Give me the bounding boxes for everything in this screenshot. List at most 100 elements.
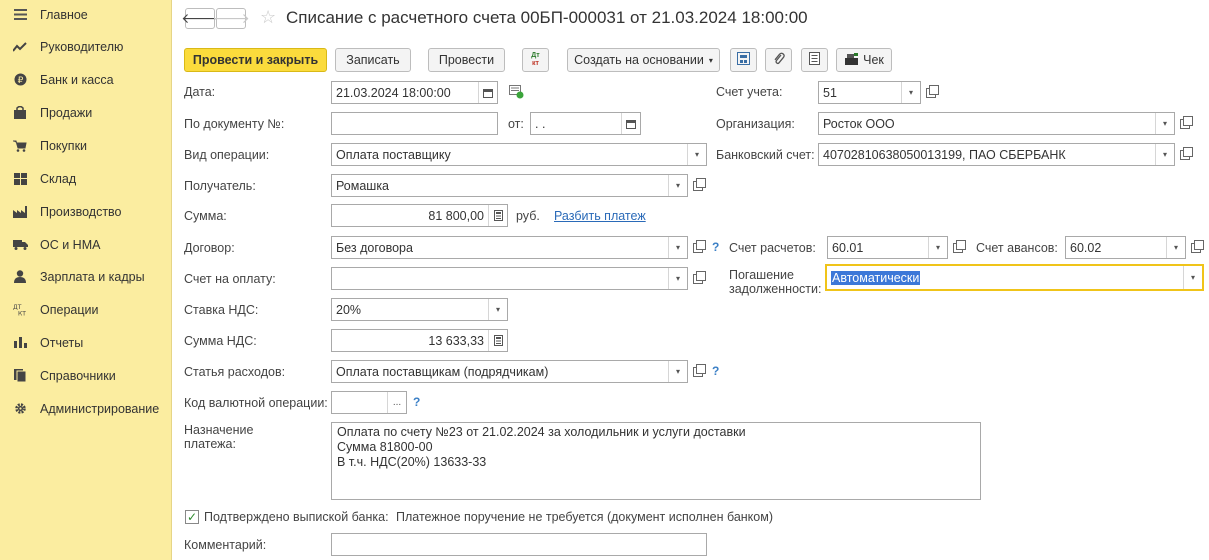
chevron-down-icon[interactable]: ▾ (901, 82, 920, 103)
warehouse-icon (0, 172, 40, 185)
sidebar-item-label: Операции (40, 302, 99, 317)
sidebar-item-warehouse[interactable]: Склад (0, 162, 172, 195)
open-bank-account-icon[interactable] (1176, 143, 1194, 166)
post-button[interactable]: Провести (428, 48, 505, 72)
sidebar-item-assets[interactable]: ОС и НМА (0, 228, 172, 261)
favorite-star-icon[interactable]: ☆ (260, 7, 276, 28)
doc-number-input[interactable] (331, 112, 498, 135)
chevron-down-icon[interactable]: ▾ (1155, 144, 1174, 165)
payment-order-note: Платежное поручение не требуется (докуме… (396, 510, 773, 524)
forward-button[interactable]: 🡒 (212, 8, 250, 29)
organization-select[interactable]: Росток ООО ▾ (818, 112, 1175, 135)
confirmed-by-bank-checkbox[interactable]: ✓ (185, 510, 199, 524)
sidebar-item-admin[interactable]: Администрирование (0, 392, 172, 425)
chevron-down-icon[interactable]: ▾ (1166, 237, 1185, 258)
amount-label: Сумма: (184, 209, 227, 223)
debt-repayment-select[interactable]: Автоматически ▾ (825, 264, 1204, 291)
split-payment-link[interactable]: Разбить платеж (554, 209, 646, 223)
dt-kt-icon-bottom: кт (532, 60, 539, 67)
sidebar-item-label: Руководителю (40, 39, 124, 54)
advance-account-select[interactable]: 60.02 ▾ (1065, 236, 1186, 259)
calculator-icon[interactable] (488, 205, 507, 226)
chevron-down-icon[interactable]: ▾ (1155, 113, 1174, 134)
attach-button[interactable] (765, 48, 792, 72)
chevron-down-icon[interactable]: ▾ (488, 299, 507, 320)
vat-amount-input[interactable]: 13 633,33 (331, 329, 508, 352)
help-question-icon[interactable]: ? (712, 240, 719, 254)
structure-button[interactable] (730, 48, 757, 72)
expense-item-value: Оплата поставщикам (подрядчикам) (336, 364, 549, 379)
date-value: 21.03.2024 18:00:00 (336, 85, 451, 100)
save-button[interactable]: Записать (335, 48, 411, 72)
open-contract-icon[interactable] (689, 236, 707, 259)
ellipsis-button[interactable]: ... (387, 392, 406, 413)
sidebar-item-director[interactable]: Руководителю (0, 30, 172, 63)
chevron-down-icon[interactable]: ▾ (928, 237, 947, 258)
operation-type-label: Вид операции: (184, 148, 270, 162)
account-select[interactable]: 51 ▾ (818, 81, 921, 104)
print-list-button[interactable] (801, 48, 828, 72)
post-and-close-button[interactable]: Провести и закрыть (184, 48, 327, 72)
help-question-icon[interactable]: ? (413, 395, 420, 409)
create-based-on-button[interactable]: Создать на основании ▾ (567, 48, 720, 72)
debt-repayment-label: Погашение задолженности: (729, 268, 822, 296)
vat-rate-value: 20% (336, 302, 362, 317)
sidebar-item-main[interactable]: Главное (0, 0, 172, 31)
currency-operation-input[interactable]: ... (331, 391, 407, 414)
chevron-down-icon[interactable]: ▾ (668, 268, 687, 289)
help-question-icon[interactable]: ? (712, 364, 719, 378)
calendar-icon[interactable] (621, 113, 640, 134)
sidebar-item-purchases[interactable]: Покупки (0, 129, 172, 162)
paperclip-icon (773, 52, 785, 69)
comment-input[interactable] (331, 533, 707, 556)
back-button[interactable]: 🡐 (181, 8, 219, 29)
doc-number-label: По документу №: (184, 117, 285, 131)
operation-type-select[interactable]: Оплата поставщику ▾ (331, 143, 707, 166)
comment-value (332, 534, 706, 555)
open-expense-item-icon[interactable] (689, 360, 707, 383)
date-label: Дата: (184, 85, 216, 99)
settlement-account-select[interactable]: 60.01 ▾ (827, 236, 948, 259)
sidebar-item-sales[interactable]: Продажи (0, 96, 172, 129)
trend-icon (0, 41, 40, 52)
chevron-down-icon[interactable]: ▾ (1183, 266, 1202, 289)
date-field[interactable]: 21.03.2024 18:00:00 (331, 81, 498, 104)
dt-kt-report-icon[interactable] (509, 85, 524, 102)
coin-icon: ₽ (0, 73, 40, 86)
sidebar-item-production[interactable]: Производство (0, 195, 172, 228)
recipient-select[interactable]: Ромашка ▾ (331, 174, 688, 197)
invoice-select[interactable]: ▾ (331, 267, 688, 290)
vat-rate-select[interactable]: 20% ▾ (331, 298, 508, 321)
open-organization-icon[interactable] (1176, 112, 1194, 135)
sidebar-item-operations[interactable]: ДТ КТ Операции (0, 293, 172, 326)
bank-account-select[interactable]: 40702810638050013199, ПАО СБЕРБАНК ▾ (818, 143, 1175, 166)
open-invoice-icon[interactable] (689, 267, 707, 290)
doc-date-value: . . (535, 116, 546, 131)
svg-text:₽: ₽ (17, 76, 23, 86)
chevron-down-icon[interactable]: ▾ (668, 175, 687, 196)
bag-icon (0, 106, 40, 119)
calculator-icon[interactable] (488, 330, 507, 351)
sidebar-item-directories[interactable]: Справочники (0, 359, 172, 392)
doc-date-field[interactable]: . . (530, 112, 641, 135)
chevron-down-icon[interactable]: ▾ (668, 237, 687, 258)
contract-label: Договор: (184, 241, 235, 255)
amount-input[interactable]: 81 800,00 (331, 204, 508, 227)
bar-chart-icon (0, 337, 40, 348)
dt-kt-button[interactable]: Дт кт (522, 48, 549, 72)
open-settlement-account-icon[interactable] (949, 236, 967, 259)
open-account-icon[interactable] (922, 81, 940, 104)
chevron-down-icon[interactable]: ▾ (668, 361, 687, 382)
expense-item-select[interactable]: Оплата поставщикам (подрядчикам) ▾ (331, 360, 688, 383)
receipt-button[interactable]: Чек (836, 48, 892, 72)
calendar-icon[interactable] (478, 82, 497, 103)
chevron-down-icon[interactable]: ▾ (687, 144, 706, 165)
payment-purpose-textarea[interactable]: Оплата по счету №23 от 21.02.2024 за хол… (331, 422, 981, 500)
currency-operation-value (332, 392, 387, 413)
sidebar-item-reports[interactable]: Отчеты (0, 326, 172, 359)
open-advance-account-icon[interactable] (1187, 236, 1205, 259)
sidebar-item-salary[interactable]: Зарплата и кадры (0, 260, 172, 293)
open-recipient-icon[interactable] (689, 174, 707, 197)
sidebar-item-bank[interactable]: ₽ Банк и касса (0, 63, 172, 96)
contract-select[interactable]: Без договора ▾ (331, 236, 688, 259)
